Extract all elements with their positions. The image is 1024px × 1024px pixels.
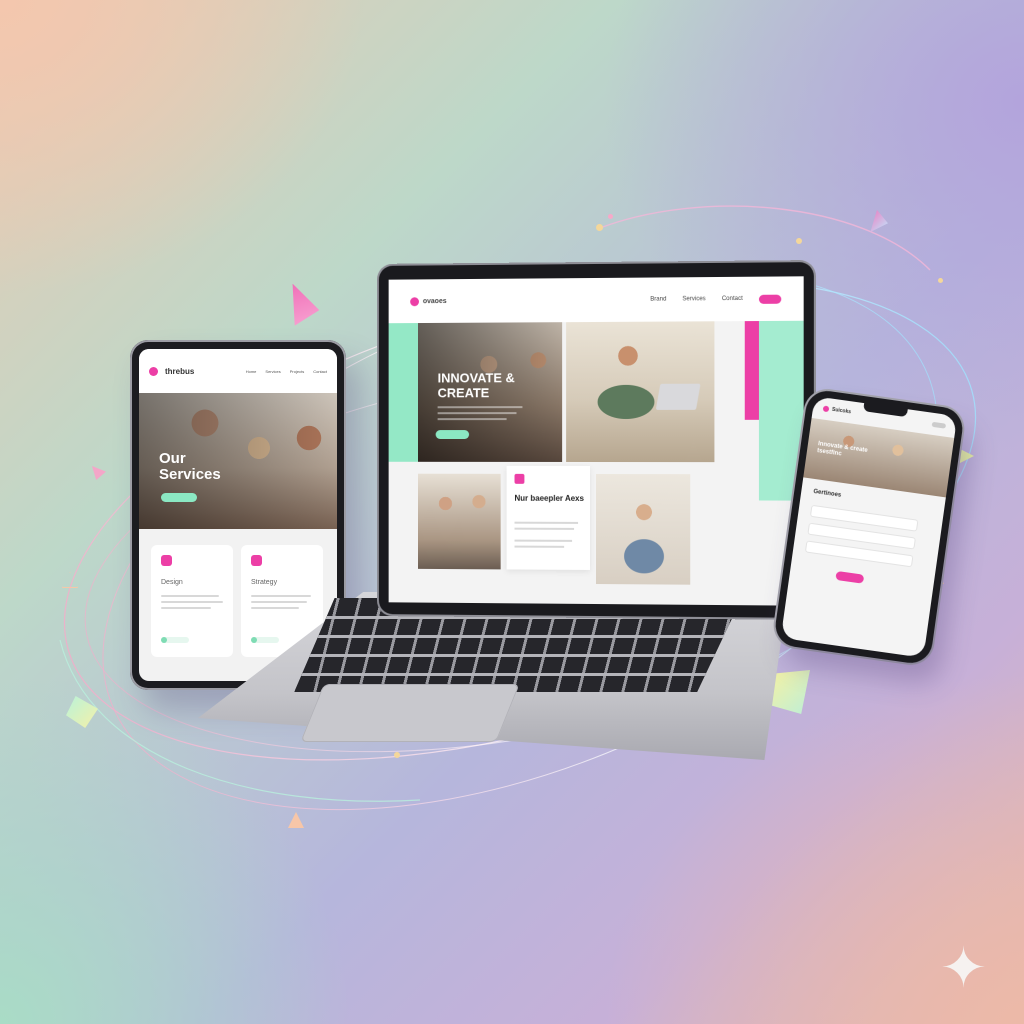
pink-accent-block <box>745 321 759 420</box>
key-row-gap <box>308 635 733 638</box>
feature-icon <box>515 474 525 484</box>
nav-link[interactable]: Brand <box>650 296 666 302</box>
logo-icon <box>823 405 830 412</box>
gold-dot <box>394 752 400 758</box>
text-line <box>251 607 299 609</box>
nav-link[interactable]: Contact <box>722 296 743 302</box>
phone-hero-title: Innovate & create tsestfinc <box>817 441 878 463</box>
laptop-screen: ovaoes Brand Services Contact INNOVATE &… <box>389 276 804 605</box>
service-card-title: Design <box>161 579 183 586</box>
text-line <box>161 601 223 603</box>
laptop-feature-row: Nur baeepler Aexs <box>418 474 690 585</box>
feature-text-card[interactable]: Nur baeepler Aexs <box>507 466 590 570</box>
text-line <box>251 601 307 603</box>
card-link-chip[interactable] <box>161 637 189 643</box>
tablet-screen: threbus Home Services Projects Contact O… <box>139 349 337 681</box>
service-card-design[interactable]: Design <box>151 545 233 657</box>
nav-link[interactable]: Projects <box>290 369 304 374</box>
service-card-title: Strategy <box>251 579 277 586</box>
nav-link[interactable]: Home <box>246 369 257 374</box>
design-icon <box>161 555 172 566</box>
laptop-display: ovaoes Brand Services Contact INNOVATE &… <box>379 262 814 618</box>
menu-icon[interactable] <box>932 421 947 428</box>
laptop-in-photo <box>656 384 701 410</box>
feature-portrait-photo <box>596 474 690 585</box>
text-line <box>515 540 573 542</box>
tablet-nav-links: Home Services Projects Contact <box>246 369 327 374</box>
laptop-hero-image: INNOVATE & CREATE <box>418 322 562 462</box>
laptop-hero-button[interactable] <box>436 430 469 439</box>
tablet-navbar: threbus Home Services Projects Contact <box>139 349 337 393</box>
gold-dot <box>596 224 603 231</box>
phone-brand[interactable]: Suicoks <box>832 407 852 416</box>
text-line <box>161 595 219 597</box>
tablet-hero-image: Our Services <box>139 393 337 529</box>
text-line <box>251 595 311 597</box>
gold-dot <box>608 214 613 219</box>
tablet-brand[interactable]: threbus <box>165 367 194 376</box>
phone-screen: Suicoks Innovate & create tsestfinc Gert… <box>781 396 958 658</box>
phone-form-title: Gertinoes <box>813 489 842 499</box>
laptop-trackpad[interactable] <box>300 684 519 742</box>
gold-dot <box>796 238 802 244</box>
tablet-service-cards: Design Strategy <box>151 545 323 657</box>
nav-cta-button[interactable] <box>759 294 781 303</box>
nav-link[interactable]: Services <box>682 296 705 302</box>
text-line <box>438 412 517 414</box>
laptop-navbar: ovaoes Brand Services Contact <box>389 276 804 323</box>
key-row-gap <box>298 673 723 676</box>
nav-link[interactable]: Services <box>265 369 280 374</box>
text-line <box>515 528 575 530</box>
text-line <box>515 546 565 548</box>
card-link-chip[interactable] <box>251 637 279 643</box>
text-line <box>515 522 579 524</box>
strategy-icon <box>251 555 262 566</box>
tablet-hero-button[interactable] <box>161 493 197 502</box>
laptop-hero-title: INNOVATE & CREATE <box>438 370 547 400</box>
form-submit-button[interactable] <box>835 571 864 584</box>
laptop-team-image <box>566 321 714 462</box>
text-line <box>438 406 523 408</box>
laptop-brand[interactable]: ovaoes <box>423 298 447 305</box>
laptop-nav-links: Brand Services Contact <box>650 294 781 304</box>
nav-link[interactable]: Contact <box>313 369 327 374</box>
feature-card-title: Nur baeepler Aexs <box>515 494 587 504</box>
gold-dot <box>938 278 943 283</box>
text-line <box>438 418 507 420</box>
feature-photo <box>418 474 501 570</box>
sparkle-icon: ✦ <box>940 940 987 996</box>
logo-icon <box>149 367 158 376</box>
text-line <box>161 607 211 609</box>
mint-accent-block <box>389 323 418 462</box>
logo-icon <box>410 297 419 306</box>
key-row-gap <box>303 654 728 657</box>
tablet-hero-title: Our Services <box>159 451 249 483</box>
